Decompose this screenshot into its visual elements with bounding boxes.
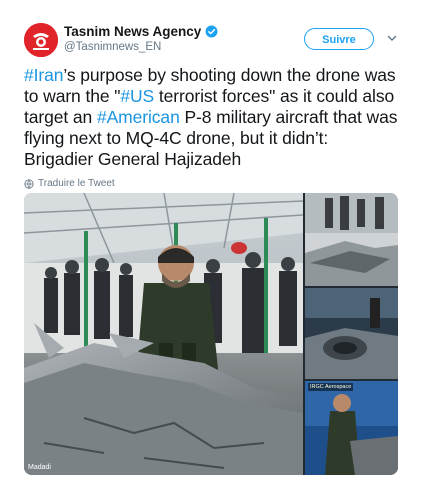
account-name[interactable]: Tasnim News Agency	[64, 24, 201, 39]
hashtag-us[interactable]: #US	[120, 86, 154, 106]
wreckage-photo	[305, 193, 398, 286]
chevron-down-icon[interactable]	[386, 32, 398, 44]
hashtag-american[interactable]: #American	[97, 107, 180, 127]
tweet-media[interactable]: Madadi IRGC Aerospace	[24, 193, 398, 475]
speaker-photo	[305, 381, 398, 475]
account-handle[interactable]: @Tasnimnews_EN	[64, 41, 161, 53]
tweet-text: #Iran’s purpose by shooting down the dro…	[24, 65, 402, 170]
translate-tweet-link[interactable]: Traduire le Tweet	[24, 178, 115, 189]
photo-watermark: Madadi	[28, 464, 51, 471]
hangar-photo	[24, 193, 303, 475]
engine-photo	[305, 288, 398, 379]
account-avatar[interactable]	[24, 23, 58, 57]
tweet-header: Tasnim News Agency @Tasnimnews_EN Suivre	[0, 0, 422, 60]
verified-badge-icon	[205, 25, 218, 38]
inset-label: IRGC Aerospace	[308, 383, 354, 391]
tasnim-logo-icon	[24, 23, 58, 57]
photo-main[interactable]: Madadi	[24, 193, 303, 475]
photo-top-right[interactable]	[305, 193, 398, 286]
hashtag-iran[interactable]: #Iran	[24, 65, 63, 85]
photo-middle-right[interactable]	[305, 288, 398, 379]
globe-icon	[24, 178, 34, 189]
translate-label[interactable]: Traduire le Tweet	[38, 178, 115, 189]
photo-bottom-right[interactable]: IRGC Aerospace	[305, 381, 398, 475]
follow-button[interactable]: Suivre	[304, 28, 374, 50]
